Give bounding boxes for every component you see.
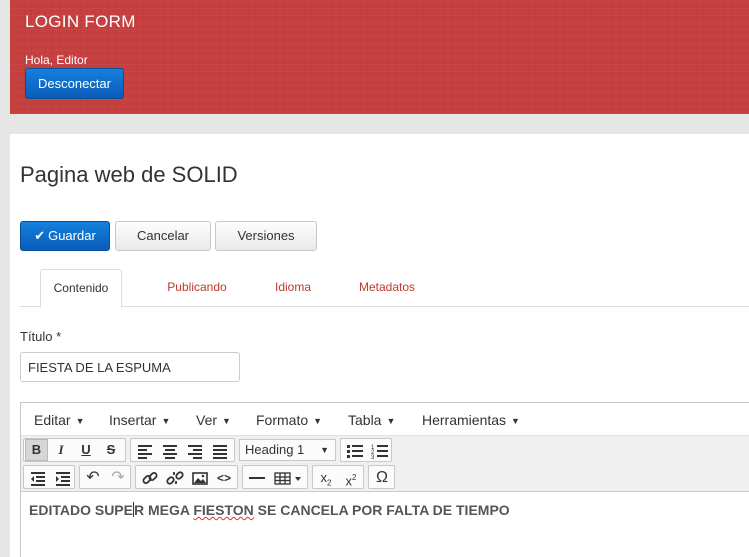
save-button[interactable]: ✔ Guardar <box>20 221 110 251</box>
menu-tabla[interactable]: Tabla ▼ <box>348 412 395 428</box>
block-format-value: Heading 1 <box>245 442 305 457</box>
editor-toolbar: B I U S Heading 1 ▼ 123 ↶ ↷ <> x2 x2 Ω <box>21 436 749 492</box>
menu-herramientas[interactable]: Herramientas ▼ <box>422 412 520 428</box>
caret-down-icon: ▼ <box>161 416 171 427</box>
rich-text-editor: Editar ▼ Insertar ▼ Ver ▼ Formato ▼ Tabla ▼ H… <box>20 402 749 557</box>
align-center-icon[interactable] <box>157 440 181 462</box>
editor-menubar: Editar ▼ Insertar ▼ Ver ▼ Formato ▼ Tabla ▼ H… <box>21 403 749 436</box>
user-greeting: Hola, Editor <box>25 53 88 67</box>
indent-icon[interactable] <box>50 467 74 489</box>
content-panel: Pagina web de SOLID ✔ Guardar Cancelar Ve… <box>10 134 749 557</box>
code-icon[interactable]: <> <box>212 467 236 489</box>
caret-down-icon: ▼ <box>313 416 323 427</box>
editor-content[interactable]: EDITADO SUPER MEGA FIESTON SE CANCELA PO… <box>21 492 749 528</box>
versions-button[interactable]: Versiones <box>215 221 317 251</box>
svg-text:3: 3 <box>371 455 375 461</box>
menu-insertar[interactable]: Insertar ▼ <box>109 412 170 428</box>
caret-down-icon: ▼ <box>511 416 520 427</box>
menu-editar[interactable]: Editar ▼ <box>34 412 85 428</box>
menu-label: Editar <box>34 412 71 428</box>
italic-icon[interactable]: I <box>49 439 73 461</box>
undo-icon[interactable]: ↶ <box>81 467 105 489</box>
superscript-icon[interactable]: x2 <box>339 467 363 489</box>
menu-label: Herramientas <box>422 412 507 428</box>
menu-label: Ver <box>196 412 218 428</box>
misspelled-word: FIESTON <box>193 502 254 518</box>
align-justify-icon[interactable] <box>207 440 231 462</box>
image-icon[interactable] <box>187 467 211 489</box>
link-icon[interactable] <box>137 467 161 489</box>
content-text-middle: R MEGA <box>133 502 194 518</box>
bullet-list-icon[interactable] <box>342 440 366 462</box>
menu-label: Tabla <box>348 412 382 428</box>
table-icon[interactable] <box>269 467 306 489</box>
tab-contenido[interactable]: Contenido <box>40 269 122 308</box>
app-title: LOGIN FORM <box>25 12 136 31</box>
numbered-list-icon[interactable]: 123 <box>367 440 391 462</box>
bold-icon[interactable]: B <box>25 439 48 461</box>
caret-down-icon: ▼ <box>222 416 231 427</box>
save-label: Guardar <box>48 228 96 243</box>
tab-metadatos[interactable]: Metadatos <box>346 269 428 307</box>
menu-label: Insertar <box>109 412 157 428</box>
tab-publicando[interactable]: Publicando <box>150 269 244 307</box>
unlink-icon[interactable] <box>162 467 186 489</box>
subscript-icon[interactable]: x2 <box>314 467 338 489</box>
horizontal-rule-icon[interactable] <box>244 467 268 489</box>
strikethrough-icon[interactable]: S <box>99 439 123 461</box>
tab-bar: Contenido Publicando Idioma Metadatos <box>20 269 749 308</box>
block-format-select[interactable]: Heading 1 ▼ <box>239 439 336 461</box>
underline-icon[interactable]: U <box>74 439 98 461</box>
menu-ver[interactable]: Ver ▼ <box>196 412 231 428</box>
align-right-icon[interactable] <box>182 440 206 462</box>
outdent-icon[interactable] <box>25 467 49 489</box>
site-header: LOGIN FORM Hola, Editor Desconectar <box>10 0 749 114</box>
title-field-label: Título * <box>20 329 62 344</box>
content-text-start: EDITADO SUPE <box>29 502 133 518</box>
caret-down-icon: ▼ <box>320 445 329 455</box>
check-icon: ✔ <box>34 228 46 243</box>
logout-button[interactable]: Desconectar <box>25 68 124 99</box>
align-left-icon[interactable] <box>132 440 156 462</box>
caret-down-icon: ▼ <box>75 416 85 427</box>
tab-idioma[interactable]: Idioma <box>258 269 328 307</box>
redo-icon[interactable]: ↷ <box>106 467 130 489</box>
content-text-end: SE CANCELA POR FALTA DE TIEMPO <box>253 502 510 518</box>
menu-formato[interactable]: Formato ▼ <box>256 412 322 428</box>
special-char-icon[interactable]: Ω <box>370 467 394 489</box>
menu-label: Formato <box>256 412 309 428</box>
caret-down-icon: ▼ <box>386 416 396 427</box>
page-title: Pagina web de SOLID <box>20 162 238 187</box>
title-input[interactable] <box>20 352 240 382</box>
cancel-button[interactable]: Cancelar <box>115 221 211 251</box>
